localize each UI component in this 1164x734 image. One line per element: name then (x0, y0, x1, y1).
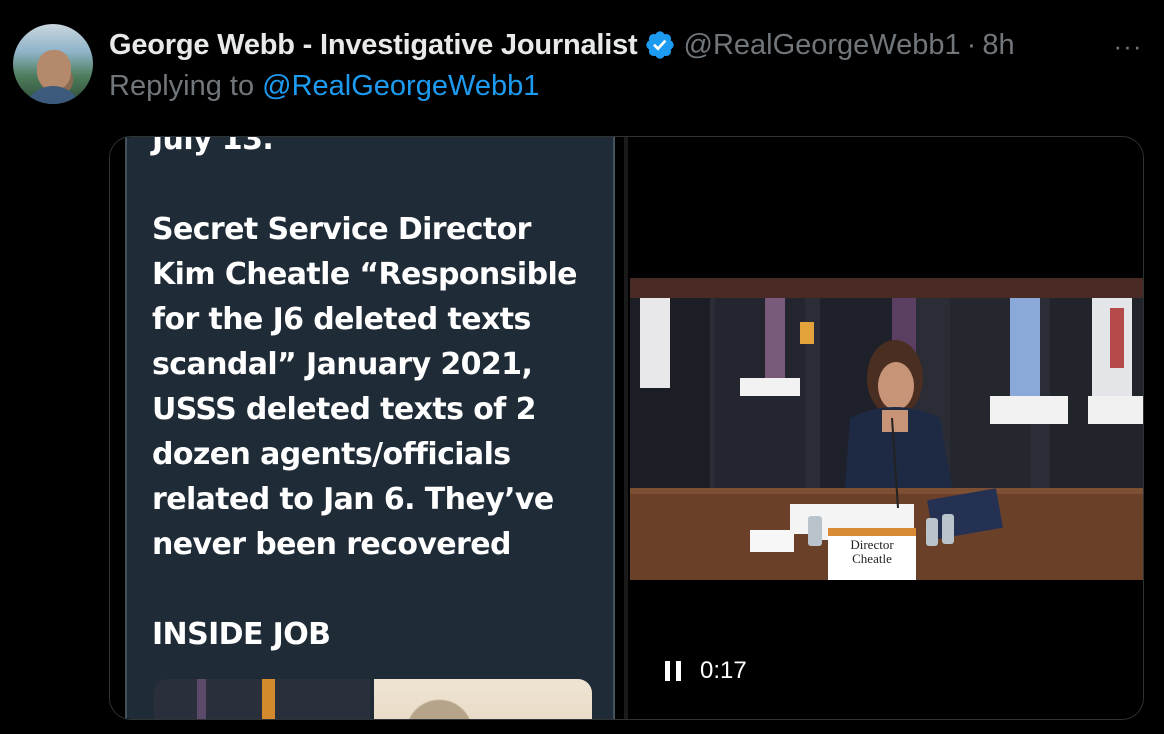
avatar-face (37, 50, 71, 90)
thumbnail-image (154, 679, 370, 719)
nameplate: Director Cheatle (828, 538, 916, 566)
avatar-shirt (23, 86, 83, 104)
more-options-icon[interactable]: ··· (1112, 30, 1144, 62)
card-line: Kim Cheatle “Responsible (152, 257, 578, 292)
card-line: INSIDE JOB (152, 617, 331, 652)
card-line: Secret Service Director (152, 212, 531, 247)
nameplate-line2: Cheatle (852, 551, 892, 566)
reply-prefix: Replying to (109, 70, 263, 102)
replying-to: Replying to @RealGeorgeWebb1 (109, 70, 539, 103)
card-line: related to Jan 6. They’ve (152, 482, 554, 517)
media-container[interactable]: July 13. Secret Service Director Kim Che… (109, 136, 1144, 720)
tweet-header: George Webb - Investigative Journalist @… (109, 26, 1164, 64)
card-line: dozen agents/officials (152, 437, 511, 472)
reply-mention-link[interactable]: @RealGeorgeWebb1 (262, 70, 539, 102)
card-line: July 13. (152, 136, 274, 157)
embedded-post-card: July 13. Secret Service Director Kim Che… (125, 136, 615, 719)
pause-icon[interactable] (664, 660, 682, 682)
video-right-pane: Director Cheatle 0:17 (628, 137, 1143, 719)
author-avatar[interactable] (13, 24, 93, 104)
video-controls: 0:17 (664, 657, 747, 685)
card-line: for the J6 deleted texts (152, 302, 531, 337)
card-line: never been recovered (152, 527, 511, 562)
nameplate-line1: Director (850, 537, 894, 552)
card-text: July 13. Secret Service Director Kim Che… (152, 136, 612, 657)
author-handle[interactable]: @RealGeorgeWebb1 (684, 29, 961, 62)
video-left-pane: July 13. Secret Service Director Kim Che… (110, 137, 624, 719)
hearing-video-frame[interactable]: Director Cheatle (630, 278, 1143, 580)
thumbnail-image (374, 679, 592, 719)
video-timecode: 0:17 (700, 657, 747, 684)
hearing-scene-image (630, 278, 1143, 580)
card-thumbnails (154, 679, 592, 719)
card-line: USSS deleted texts of 2 (152, 392, 536, 427)
card-line: scandal” January 2021, (152, 347, 533, 382)
separator-dot: · (966, 28, 977, 61)
author-name[interactable]: George Webb - Investigative Journalist (109, 29, 638, 62)
tweet-timestamp[interactable]: 8h (982, 29, 1014, 62)
verified-badge-icon (644, 29, 676, 61)
